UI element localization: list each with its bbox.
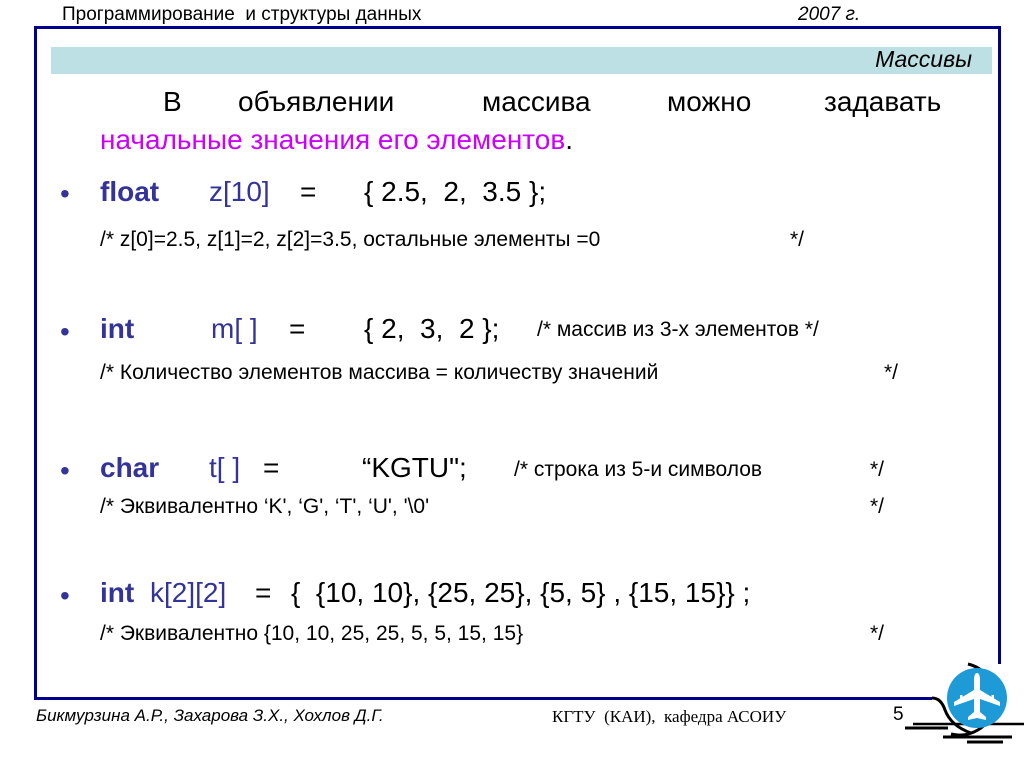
code-comment: /* z[0]=2.5, z[1]=2, z[2]=3.5, остальные… bbox=[100, 228, 601, 251]
intro-word: массива bbox=[482, 86, 591, 117]
slide-title-bar bbox=[51, 47, 992, 74]
frame-border-bottom bbox=[34, 697, 932, 700]
course-title: Программирование и структуры данных bbox=[62, 4, 422, 25]
bullet-icon: • bbox=[60, 178, 70, 209]
code-keyword: char bbox=[100, 452, 160, 483]
code-initializer: { {10, 10}, {25, 25}, {5, 5} , {15, 15}}… bbox=[291, 577, 751, 608]
code-keyword: int bbox=[100, 577, 135, 608]
frame-border-right bbox=[998, 26, 1001, 664]
code-declarator: z[10] bbox=[209, 176, 270, 207]
code-initializer: { 2, 3, 2 }; bbox=[364, 313, 500, 344]
year-label: 2007 г. bbox=[798, 4, 861, 25]
code-comment: /* Количество элементов массива = количе… bbox=[100, 361, 659, 384]
code-initializer: { 2.5, 2, 3.5 }; bbox=[364, 176, 547, 207]
authors: Бикмурзина А.Р., Захарова З.Х., Хохлов Д… bbox=[36, 706, 384, 725]
code-comment: /* Эквивалентно {10, 10, 25, 25, 5, 5, 1… bbox=[100, 622, 524, 645]
intro-word: объявлении bbox=[238, 86, 395, 117]
intro-word: В bbox=[163, 86, 182, 117]
code-declarator: t[ ] bbox=[209, 452, 241, 483]
frame-border-left bbox=[34, 26, 37, 699]
code-keyword: int bbox=[100, 313, 135, 344]
code-equals: = bbox=[300, 176, 317, 207]
slide-title: Массивы bbox=[875, 46, 972, 72]
code-trailing-comment: /* строка из 5-и символов bbox=[514, 458, 763, 481]
code-declarator: m[ ] bbox=[211, 313, 258, 344]
code-equals: = bbox=[289, 313, 306, 344]
bullet-icon: • bbox=[60, 580, 70, 611]
code-comment: /* Эквивалентно ‘K', ‘G', ‘T', ‘U', '\0' bbox=[100, 495, 430, 518]
code-comment-close: */ bbox=[870, 622, 885, 645]
code-comment-close: */ bbox=[790, 228, 805, 251]
code-keyword: float bbox=[100, 176, 160, 207]
intro-word: задавать bbox=[824, 86, 942, 117]
code-comment-close: */ bbox=[870, 495, 885, 518]
code-equals: = bbox=[255, 577, 272, 608]
intro-line-2: начальные значения его элементов. bbox=[100, 124, 573, 156]
code-comment-close: */ bbox=[870, 458, 885, 481]
code-equals: = bbox=[263, 452, 280, 483]
page-number: 5 bbox=[893, 704, 904, 725]
code-declarator: k[2][2] bbox=[150, 577, 227, 608]
code-comment-close: */ bbox=[884, 361, 899, 384]
code-initializer: “KGTU"; bbox=[362, 452, 467, 483]
code-trailing-comment: /* массив из 3-х элементов */ bbox=[537, 318, 819, 341]
intro-word: можно bbox=[667, 86, 752, 117]
university-logo bbox=[905, 662, 1024, 744]
organization: КГТУ (КАИ), кафедра АСОИУ bbox=[552, 707, 787, 726]
intro-highlight: начальные значения его элементов bbox=[100, 124, 566, 155]
bullet-icon: • bbox=[60, 316, 70, 347]
frame-border-top bbox=[34, 26, 1001, 29]
intro-period: . bbox=[565, 124, 574, 155]
bullet-icon: • bbox=[60, 455, 70, 486]
